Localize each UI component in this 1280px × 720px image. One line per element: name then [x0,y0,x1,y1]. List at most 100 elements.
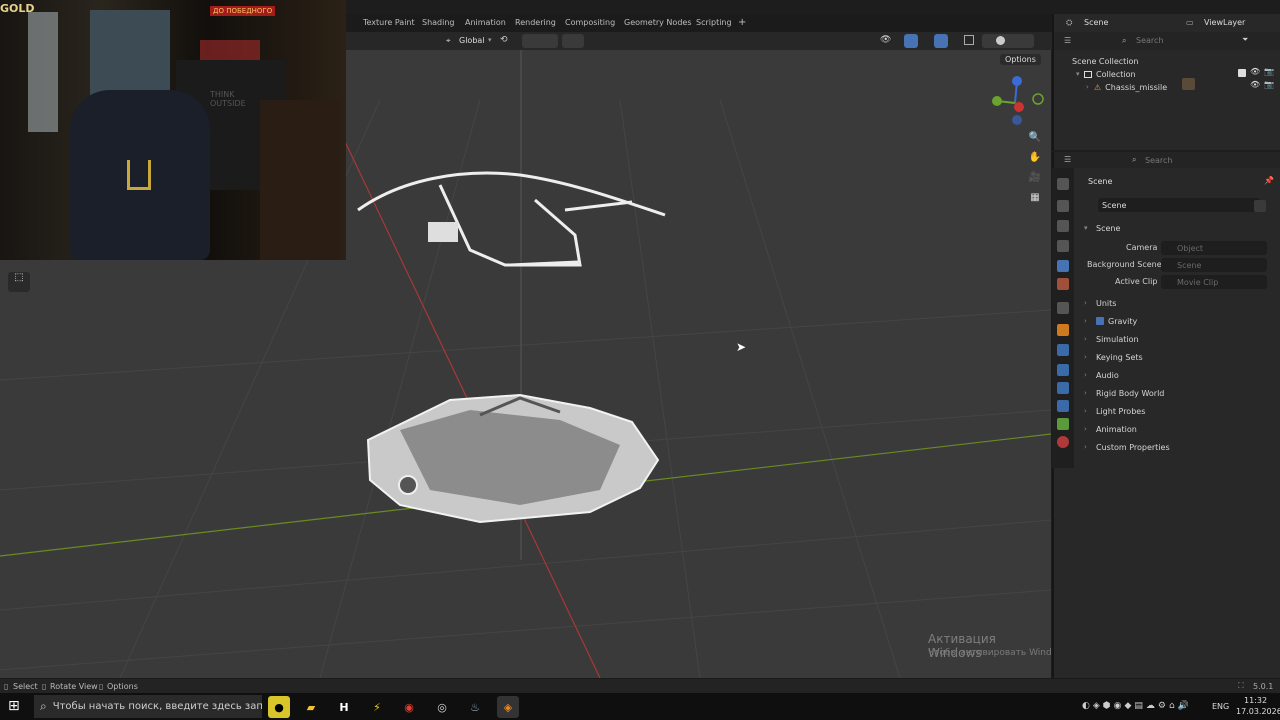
clock-time[interactable]: 11:32 [1244,696,1267,705]
section-simulation[interactable]: › Simulation [1084,331,1270,347]
chevron-right-icon[interactable]: › [1086,83,1094,91]
outliner-object[interactable]: › ⚠ Chassis_missile [1086,79,1167,95]
language-indicator[interactable]: ENG [1212,702,1229,711]
object-tab-icon[interactable] [1057,324,1069,336]
visibility-icon[interactable]: 👁 [880,35,891,45]
mouse-cursor: ➤ [736,340,747,354]
overlay-toggle[interactable] [934,34,948,48]
outliner-search-input[interactable]: Search [1136,36,1163,45]
search-icon: ⌕ [1122,36,1127,45]
constraints-tab-icon[interactable] [1057,400,1069,412]
render-icon[interactable]: 📷 [1264,80,1274,89]
add-workspace-button[interactable]: + [738,17,746,28]
active-clip-field[interactable]: Movie Clip [1161,275,1267,289]
obs-icon[interactable]: ◎ [431,696,453,718]
scene-panel-header[interactable]: ▾ Scene [1084,220,1270,236]
editor-type-icon[interactable]: ☰ [1064,155,1071,164]
zoom-icon[interactable]: 🔍 [1027,129,1043,145]
clock-date[interactable]: 17.03.2026 [1236,707,1280,716]
pin-icon[interactable]: 📌 [1264,176,1274,185]
chevron-down-icon: ▾ [1084,224,1088,232]
yellow-app-icon[interactable]: ⚡ [366,696,388,718]
render-tab-icon[interactable] [1057,200,1069,212]
gravity-checkbox[interactable] [1096,317,1104,325]
section-animation-label: Animation [1096,424,1137,434]
world-tab-icon[interactable] [1057,278,1069,290]
section-rigid-body-world[interactable]: › Rigid Body World [1084,385,1270,401]
filter-icon[interactable]: ⏷ [1242,35,1248,45]
exclude-checkbox[interactable] [1238,69,1246,77]
section-light-probes[interactable]: › Light Probes [1084,403,1270,419]
active-clip-label: Active Clip [1115,277,1158,286]
gizmo-toggle[interactable] [904,34,918,48]
collection-tab-icon[interactable] [1057,302,1069,314]
tab-animation[interactable]: Animation [465,18,506,27]
tab-compositing[interactable]: Compositing [565,18,615,27]
car-part-bracket [428,222,458,242]
navigation-gizmo[interactable] [985,75,1045,125]
scene-tab-icon[interactable] [1057,260,1069,272]
viewlayer-selector[interactable]: ViewLayer [1204,18,1245,27]
grid-view-icon[interactable]: ▦ [1027,189,1043,205]
section-keying-sets[interactable]: › Keying Sets [1084,349,1270,365]
pivot-icon[interactable]: ⟲ [500,35,508,45]
blender-taskbar-icon[interactable]: ◈ [497,696,519,718]
physics-tab-icon[interactable] [1057,382,1069,394]
background-scene-placeholder: Scene [1177,260,1202,270]
context-breadcrumb: Scene [1088,177,1113,186]
steam-icon[interactable]: ♨ [464,696,486,718]
tab-geometry-nodes[interactable]: Geometry Nodes [624,18,691,27]
status-bar: ▯ Select ▯ Rotate View ▯ Options ⛶ 5.0.1 [0,678,1280,693]
status-rotate-view: Rotate View [50,682,98,691]
new-scene-button[interactable] [1254,200,1266,212]
orientation-icon[interactable]: ⌖ [446,36,451,46]
snap-toggle[interactable] [522,34,558,48]
taskbar-search-box[interactable]: ⌕ Чтобы начать поиск, введите здесь запр… [34,695,262,718]
material-tab-icon[interactable] [1057,436,1069,448]
viewport-options-button[interactable]: Options [1000,54,1041,65]
tab-shading[interactable]: Shading [422,18,455,27]
pan-hand-icon[interactable]: ✋ [1027,149,1043,165]
scene-selector[interactable]: Scene [1084,18,1108,27]
proportional-edit-toggle[interactable] [562,34,584,48]
chevron-down-icon[interactable]: ▾ [1076,70,1084,78]
app-icon-1[interactable]: ● [268,696,290,718]
h-app-icon[interactable]: H [333,696,355,718]
view-layer-tab-icon[interactable] [1057,240,1069,252]
section-custom-properties[interactable]: › Custom Properties [1084,439,1270,455]
data-tab-icon[interactable] [1057,418,1069,430]
status-select: Select [13,682,38,691]
file-explorer-icon[interactable]: ▰ [300,696,322,718]
transform-orientation-dropdown[interactable]: Global [459,36,485,45]
editor-type-icon[interactable]: ☰ [1064,36,1071,45]
background-scene-field[interactable]: Scene [1161,258,1267,272]
tab-scripting[interactable]: Scripting [696,18,732,27]
tab-texture-paint[interactable]: Texture Paint [363,18,415,27]
section-units[interactable]: › Units [1084,295,1270,311]
chrome-icon[interactable]: ◉ [398,696,420,718]
tray-icons[interactable]: ◐◈⬢◉◆▤☁⚙⌂🔊 [1082,701,1192,711]
particles-tab-icon[interactable] [1057,364,1069,376]
shading-mode-buttons[interactable] [982,34,1034,48]
visibility-icon[interactable]: 👁 [1250,67,1260,76]
camera-view-icon[interactable]: 🎥 [1027,169,1043,185]
visibility-icon[interactable]: 👁 [1250,80,1260,89]
modifier-tab-icon[interactable] [1057,344,1069,356]
tool-tab-icon[interactable] [1057,178,1069,190]
camera-field[interactable]: Object [1161,241,1267,255]
section-animation[interactable]: › Animation [1084,421,1270,437]
scene-datablock-field[interactable]: Scene [1102,201,1126,210]
xray-toggle[interactable] [964,35,974,45]
solid-shading-icon[interactable] [996,36,1005,45]
output-tab-icon[interactable] [1057,220,1069,232]
windows-start-icon[interactable]: ⊞ [8,698,20,714]
activation-watermark-text: Чтобы активировать Windows, перейдите в … [928,648,1051,658]
properties-search-input[interactable]: Search [1145,156,1172,165]
x-axis-line [329,109,601,678]
tab-rendering[interactable]: Rendering [515,18,556,27]
section-gravity[interactable]: › Gravity [1084,313,1270,329]
add-cube-tool-icon[interactable]: ⬚ [8,272,30,292]
section-audio[interactable]: › Audio [1084,367,1270,383]
render-icon[interactable]: 📷 [1264,67,1274,76]
collection-label: Collection [1096,69,1136,79]
